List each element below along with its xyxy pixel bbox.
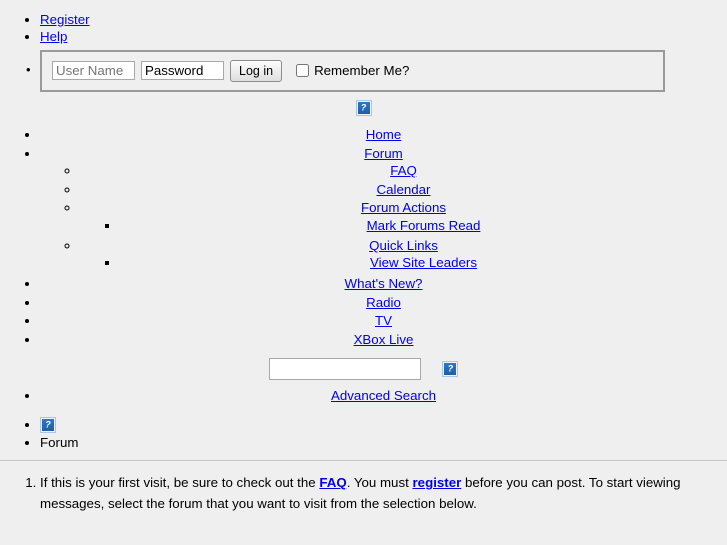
nav-item-calendar: Calendar <box>80 181 727 200</box>
nav-link-home[interactable]: Home <box>366 127 401 142</box>
register-inline-link[interactable]: register <box>413 475 462 490</box>
login-form-row: Remember Me? <box>52 59 653 82</box>
breadcrumb: Forum <box>0 416 727 452</box>
advanced-search-item: Advanced Search <box>40 386 727 405</box>
nav-item-forum: Forum FAQ Calendar Forum Actions Mark Fo… <box>40 145 727 275</box>
first-visit-list: If this is your first visit, be sure to … <box>0 473 727 514</box>
nav-link-faq[interactable]: FAQ <box>390 163 417 178</box>
first-visit-text-part1: If this is your first visit, be sure to … <box>40 475 320 491</box>
login-fieldset: Remember Me? <box>40 49 665 92</box>
nav-item-whats-new: What's New? <box>40 275 727 294</box>
register-link[interactable]: Register <box>40 12 90 27</box>
nav-link-forum[interactable]: Forum <box>364 146 402 161</box>
first-visit-message: If this is your first visit, be sure to … <box>40 473 727 514</box>
nav-link-tv[interactable]: TV <box>375 313 392 328</box>
nav-link-quick-links[interactable]: Quick Links <box>369 238 438 253</box>
nav-item-radio: Radio <box>40 294 727 313</box>
nav-link-view-site-leaders[interactable]: View Site Leaders <box>370 255 477 270</box>
first-visit-text-part2: . You must <box>346 475 413 491</box>
remember-me-group: Remember Me? <box>296 63 409 78</box>
nav-item-view-site-leaders: View Site Leaders <box>120 254 727 273</box>
nav-item-faq: FAQ <box>80 162 727 181</box>
page-root: Register Help Remember Me? <box>0 0 727 515</box>
site-logo[interactable] <box>0 94 727 120</box>
nav-link-whats-new[interactable]: What's New? <box>345 276 423 291</box>
nav-item-mark-forums-read: Mark Forums Read <box>120 217 727 236</box>
remember-me-checkbox[interactable] <box>296 64 310 78</box>
remember-me-label: Remember Me? <box>314 62 410 78</box>
breadcrumb-item-home <box>40 416 727 434</box>
nav-link-xbox-live[interactable]: XBox Live <box>354 332 414 347</box>
search-options-list: Advanced Search <box>0 386 727 405</box>
nav-link-mark-forums-read[interactable]: Mark Forums Read <box>367 218 481 233</box>
nav-item-quick-links: Quick Links View Site Leaders <box>80 237 727 274</box>
help-link[interactable]: Help <box>40 29 67 44</box>
search-go-icon[interactable] <box>442 361 459 378</box>
nav-item-tv: TV <box>40 312 727 331</box>
nav-sublist-forum-actions: Mark Forums Read <box>80 217 727 236</box>
nav-link-calendar[interactable]: Calendar <box>377 182 431 197</box>
breadcrumb-home-icon[interactable] <box>40 417 56 434</box>
search-input[interactable] <box>268 358 421 381</box>
broken-image-icon <box>355 100 372 117</box>
nav-item-forum-actions: Forum Actions Mark Forums Read <box>80 199 727 236</box>
nav-item-xbox-live: XBox Live <box>40 331 727 350</box>
nav-link-radio[interactable]: Radio <box>366 295 401 310</box>
nav-sublist-quick-links: View Site Leaders <box>80 254 727 273</box>
nav-item-home: Home <box>40 126 727 145</box>
nav-link-forum-actions[interactable]: Forum Actions <box>361 200 446 215</box>
username-input[interactable] <box>52 61 135 81</box>
content-divider <box>0 460 727 462</box>
account-item-login: Remember Me? <box>26 49 727 92</box>
log-in-button[interactable] <box>230 59 283 82</box>
account-nav-list: Register Help Remember Me? <box>0 12 727 92</box>
account-item-register: Register <box>40 12 727 27</box>
account-item-help: Help <box>40 29 727 44</box>
advanced-search-link[interactable]: Advanced Search <box>331 388 436 403</box>
breadcrumb-item-forum: Forum <box>40 434 727 451</box>
main-nav-list: Home Forum FAQ Calendar Forum Actions Ma… <box>0 126 727 349</box>
nav-sublist-forum: FAQ Calendar Forum Actions Mark Forums R… <box>40 162 727 274</box>
password-input[interactable] <box>141 61 224 81</box>
faq-link[interactable]: FAQ <box>319 475 346 490</box>
search-block <box>0 349 727 386</box>
